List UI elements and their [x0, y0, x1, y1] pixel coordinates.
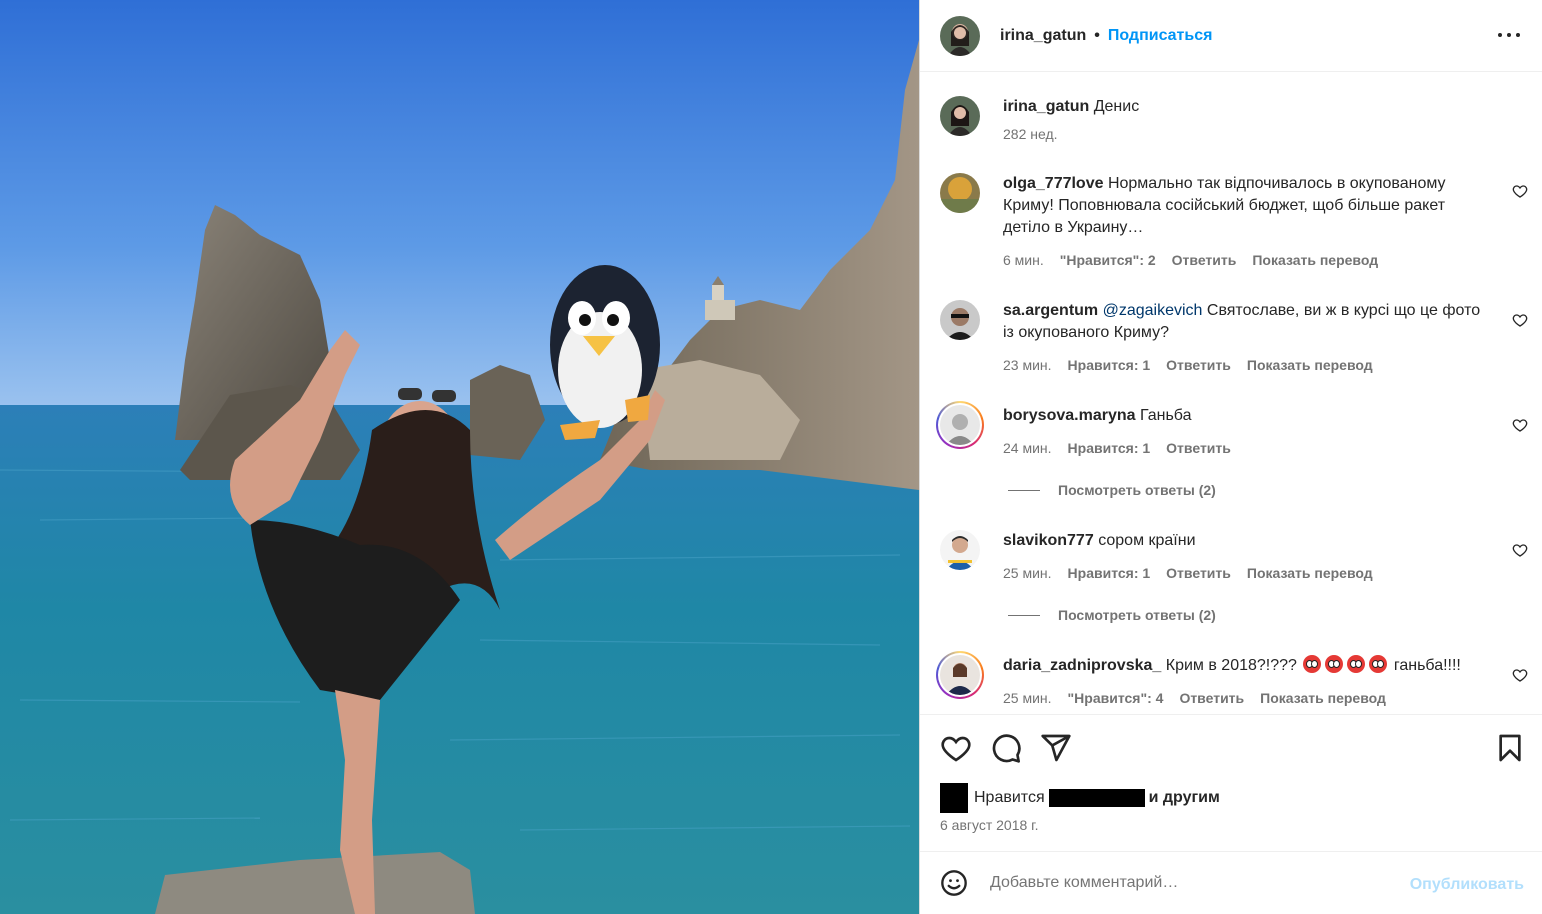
- like-comment-icon[interactable]: [1512, 417, 1528, 433]
- comment-username[interactable]: daria_zadniprovska_: [1003, 657, 1161, 674]
- translate-button[interactable]: Показать перевод: [1260, 690, 1386, 706]
- like-comment-icon[interactable]: [1512, 183, 1528, 199]
- commenter-avatar[interactable]: [940, 300, 980, 340]
- comment-meta: 24 мин. Нравится: 1 Ответить: [1003, 440, 1231, 456]
- commenter-avatar[interactable]: [940, 173, 980, 213]
- follow-button[interactable]: Подписаться: [1108, 27, 1213, 45]
- comment-content: Крим в 2018?!???: [1165, 657, 1297, 674]
- emoji-picker-icon[interactable]: [940, 869, 968, 897]
- caption-username[interactable]: irina_gatun: [1003, 98, 1089, 115]
- angry-face-emoji-icon: [1347, 655, 1366, 673]
- like-icon[interactable]: [940, 732, 972, 764]
- commenter-avatar[interactable]: [940, 530, 980, 570]
- caption-text: irina_gatun Денис: [1003, 96, 1488, 118]
- redacted-username: [1048, 789, 1145, 807]
- comment-likes[interactable]: Нравится: 1: [1068, 565, 1151, 581]
- add-comment-input[interactable]: [990, 874, 1370, 892]
- save-bookmark-icon[interactable]: [1494, 732, 1526, 764]
- redacted-avatar: [940, 783, 968, 813]
- comment-text: sa.argentum @zagaikevich Святославе, ви …: [1003, 300, 1488, 344]
- comment-meta: 25 мин. "Нравится": 4 Ответить Показать …: [1003, 690, 1386, 706]
- author-avatar[interactable]: [940, 15, 980, 56]
- post-panel: irina_gatun • Подписаться irina_gatun Де…: [919, 0, 1542, 914]
- comment-likes[interactable]: "Нравится": 4: [1068, 690, 1164, 706]
- view-replies-label: Посмотреть ответы (2): [1058, 482, 1216, 498]
- action-bar: [940, 728, 1526, 768]
- comment-item: sa.argentum @zagaikevich Святославе, ви …: [940, 300, 1528, 380]
- view-replies-button[interactable]: Посмотреть ответы (2): [1008, 482, 1216, 498]
- comment-text: borysova.maryna Ганьба: [1003, 405, 1488, 427]
- reply-button[interactable]: Ответить: [1172, 252, 1237, 268]
- publish-button[interactable]: Опубликовать: [1410, 876, 1524, 894]
- likes-summary: Нравится и другим: [940, 783, 1220, 813]
- angry-face-emoji-icon: [1303, 655, 1322, 673]
- comment-item: daria_zadniprovska_ Крим в 2018?!??? ган…: [936, 651, 1528, 714]
- comment-meta: 6 мин. "Нравится": 2 Ответить Показать п…: [1003, 252, 1378, 268]
- caption-meta: 282 нед.: [1003, 126, 1058, 142]
- commenter-avatar-story-ring[interactable]: [936, 651, 984, 699]
- replies-line: [1008, 489, 1040, 491]
- comment-likes[interactable]: Нравится: 1: [1068, 357, 1151, 373]
- like-comment-icon[interactable]: [1512, 667, 1528, 683]
- comment-icon[interactable]: [990, 732, 1022, 764]
- comment-text: olga_777love Нормально так відпочивалось…: [1003, 173, 1488, 239]
- view-replies-button[interactable]: Посмотреть ответы (2): [1008, 607, 1216, 623]
- comment-username[interactable]: borysova.maryna: [1003, 407, 1136, 424]
- post-date[interactable]: 6 август 2018 г.: [940, 817, 1038, 833]
- comment-content: Ганьба: [1139, 407, 1192, 424]
- caption-content: Денис: [1093, 98, 1140, 115]
- comment-mention[interactable]: @zagaikevich: [1103, 302, 1203, 319]
- angry-face-emoji-icon: [1369, 655, 1388, 673]
- comment-meta: 23 мин. Нравится: 1 Ответить Показать пе…: [1003, 357, 1373, 373]
- post-image: [0, 0, 919, 914]
- comment-item: slavikon777 сором країни 25 мин. Нравитс…: [940, 530, 1528, 640]
- replies-line: [1008, 614, 1040, 616]
- separator-dot: •: [1094, 26, 1100, 44]
- reply-button[interactable]: Ответить: [1166, 440, 1231, 456]
- share-icon[interactable]: [1040, 732, 1072, 764]
- translate-button[interactable]: Показать перевод: [1247, 565, 1373, 581]
- comment-content: сором країни: [1098, 532, 1196, 549]
- comment-text: slavikon777 сором країни: [1003, 530, 1488, 552]
- comments-list[interactable]: irina_gatun Денис 282 нед. olga_777love …: [920, 73, 1542, 715]
- comment-username[interactable]: olga_777love: [1003, 175, 1104, 192]
- commenter-avatar-story-ring[interactable]: [936, 401, 984, 449]
- author-username[interactable]: irina_gatun: [1000, 27, 1086, 45]
- comment-time[interactable]: 6 мин.: [1003, 252, 1044, 268]
- reply-button[interactable]: Ответить: [1166, 565, 1231, 581]
- comment-text: daria_zadniprovska_ Крим в 2018?!??? ган…: [1003, 655, 1498, 677]
- angry-face-emoji-icon: [1325, 655, 1344, 673]
- comment-username[interactable]: sa.argentum: [1003, 302, 1098, 319]
- reply-button[interactable]: Ответить: [1179, 690, 1244, 706]
- comment-time[interactable]: 24 мин.: [1003, 440, 1052, 456]
- translate-button[interactable]: Показать перевод: [1247, 357, 1373, 373]
- comment-meta: 25 мин. Нравится: 1 Ответить Показать пе…: [1003, 565, 1373, 581]
- comment-time[interactable]: 25 мин.: [1003, 565, 1052, 581]
- comment-username[interactable]: slavikon777: [1003, 532, 1094, 549]
- translate-button[interactable]: Показать перевод: [1252, 252, 1378, 268]
- comment-likes[interactable]: Нравится: 1: [1068, 440, 1151, 456]
- post-photo[interactable]: [0, 0, 919, 914]
- comment-time[interactable]: 25 мин.: [1003, 690, 1052, 706]
- comment-content-after: ганьба!!!!: [1393, 657, 1461, 674]
- more-options-icon[interactable]: [1498, 26, 1520, 44]
- post-header: irina_gatun • Подписаться: [920, 0, 1542, 72]
- author-avatar-small[interactable]: [940, 96, 980, 136]
- comment-likes[interactable]: "Нравится": 2: [1060, 252, 1156, 268]
- like-comment-icon[interactable]: [1512, 542, 1528, 558]
- instagram-post-modal: irina_gatun • Подписаться irina_gatun Де…: [0, 0, 1542, 914]
- caption-time[interactable]: 282 нед.: [1003, 126, 1058, 142]
- comment-time[interactable]: 23 мин.: [1003, 357, 1052, 373]
- reply-button[interactable]: Ответить: [1166, 357, 1231, 373]
- comment-item: borysova.maryna Ганьба 24 мин. Нравится:…: [936, 401, 1528, 515]
- add-comment-bar: Опубликовать: [920, 851, 1542, 914]
- post-caption: irina_gatun Денис 282 нед.: [940, 96, 1528, 156]
- comment-item: olga_777love Нормально так відпочивалось…: [940, 173, 1528, 283]
- like-comment-icon[interactable]: [1512, 312, 1528, 328]
- likes-others[interactable]: и другим: [1149, 789, 1220, 807]
- likes-prefix: Нравится: [974, 789, 1045, 806]
- view-replies-label: Посмотреть ответы (2): [1058, 607, 1216, 623]
